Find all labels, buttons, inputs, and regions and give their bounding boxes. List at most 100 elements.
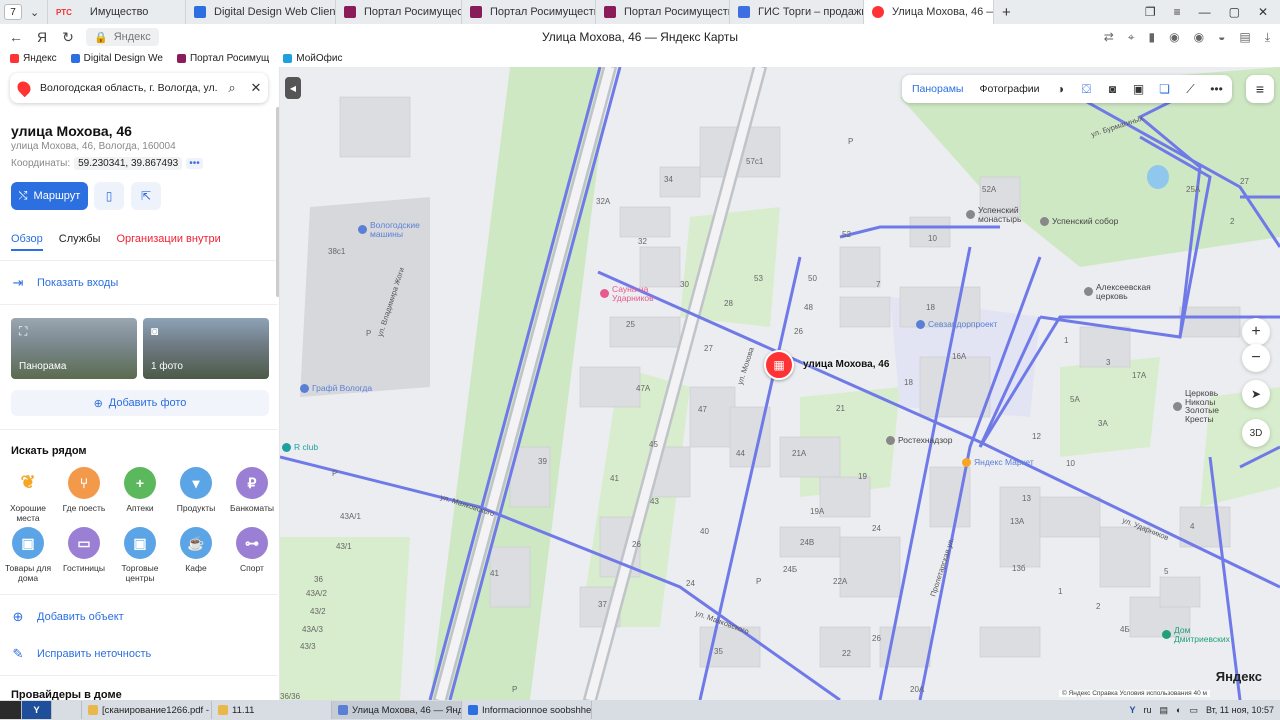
extension-icon[interactable]: ◉	[1194, 30, 1204, 45]
copyright-text[interactable]: © Яндекс Справка Условия использования	[1062, 690, 1192, 697]
collapse-sidebar-button[interactable]: ◀	[285, 77, 301, 99]
tab-rosim-2[interactable]: Портал Росимущества	[462, 0, 596, 24]
tab-rosim-1[interactable]: Портал Росимущества	[336, 0, 462, 24]
panorama-thumbnail[interactable]: ⛶ Панорама	[11, 318, 137, 379]
printer-icon[interactable]: ▭	[1189, 705, 1198, 716]
translate-icon[interactable]: ⇄	[1104, 30, 1114, 45]
camera-icon[interactable]: ◙	[1104, 80, 1122, 98]
category-good-places[interactable]: ❦ Хорошие места	[0, 467, 56, 523]
main-menu-button[interactable]: ≡	[1246, 75, 1274, 103]
url-field[interactable]: 🔒 Яндекс	[86, 28, 159, 46]
search-icon[interactable]: ⌕	[220, 80, 244, 96]
more-icon[interactable]: •••	[1208, 80, 1226, 98]
tab-digital-design[interactable]: Digital Design Web Client	[186, 0, 336, 24]
clock[interactable]: Вт, 11 ноя, 10:57	[1206, 705, 1274, 715]
poi-uspensky-monastery[interactable]: Успенский монастырь	[966, 206, 1028, 223]
taskbar-item-folder[interactable]: 11.11	[212, 701, 332, 719]
poi-nikola-church[interactable]: Церковь Николы Золотые Кресты	[1173, 389, 1243, 423]
poi-alekseevskaya-church[interactable]: Алексеевская церковь	[1084, 283, 1154, 300]
map-layers-icon[interactable]: ⛋	[1078, 80, 1096, 98]
fix-error-link[interactable]: ✎ Исправить неточность	[11, 646, 152, 662]
volume-icon[interactable]: ◐	[1176, 705, 1181, 715]
language-indicator[interactable]: ru	[1143, 705, 1151, 715]
more-icon[interactable]: •••	[186, 158, 203, 169]
menu-icon[interactable]: ≡	[1174, 5, 1181, 19]
yandex-home-icon[interactable]: Я	[32, 29, 52, 45]
panoramas-toggle[interactable]: Панорамы	[908, 83, 967, 95]
coords-value[interactable]: 59.230341, 39.867493	[74, 157, 183, 170]
back-icon[interactable]: ←	[6, 29, 26, 45]
category-atm[interactable]: ₽ Банкоматы	[224, 467, 279, 513]
bookmark-icon[interactable]: ▮	[1149, 30, 1156, 45]
tab-organizations[interactable]: Организации внутри	[116, 233, 220, 251]
taskbar-item-document[interactable]: Informacionnoe soobshhe...	[462, 701, 592, 719]
layers-icon[interactable]: ❏	[1156, 80, 1174, 98]
poi-sauna[interactable]: Сауна на Ударников	[600, 285, 660, 302]
extension-icon[interactable]: ◉	[1169, 30, 1179, 45]
category-home-goods[interactable]: ▣ Товары для дома	[0, 527, 56, 583]
extension-icon[interactable]: ◒	[1218, 30, 1225, 45]
zoom-in-button[interactable]: +	[1242, 318, 1270, 346]
category-malls[interactable]: ▣ Торговые центры	[112, 527, 168, 583]
search-box[interactable]: Вологодская область, г. Вологда, ул. ⌕ ✕	[10, 73, 268, 103]
tab-services[interactable]: Службы	[59, 233, 101, 251]
save-bookmark-button[interactable]: ▯	[94, 182, 124, 210]
bookmark-myoffice[interactable]: МойОфис	[283, 53, 342, 64]
bookmark-digital-design[interactable]: Digital Design We	[70, 53, 163, 64]
restore-icon[interactable]: ▢	[1229, 5, 1240, 19]
close-icon[interactable]: ✕	[244, 80, 268, 96]
poi-rostekhnadzor[interactable]: Ростехнадзор	[886, 435, 953, 445]
poi-uspensky-cathedral[interactable]: Успенский собор	[1040, 216, 1118, 226]
add-object-link[interactable]: ⊕ Добавить объект	[11, 609, 124, 625]
map-canvas[interactable]: ул. Мохова ул. Маяковского ул. Ударников…	[280, 67, 1280, 700]
tab-rosim-3[interactable]: Портал Росимущества	[596, 0, 730, 24]
photos-toggle[interactable]: Фотографии	[975, 83, 1043, 95]
minimize-icon[interactable]: —	[1199, 5, 1211, 19]
start-button[interactable]	[0, 701, 22, 719]
tabs-dropdown-icon[interactable]: ⌄	[26, 0, 48, 24]
ruler-icon[interactable]: ⟋	[1182, 80, 1200, 98]
poi-grafy-vologda[interactable]: Графй Вологда	[300, 383, 372, 393]
category-groceries[interactable]: ▾ Продукты	[168, 467, 224, 513]
tab-overview[interactable]: Обзор	[11, 233, 43, 251]
tab-count-badge[interactable]: 7	[4, 4, 22, 20]
category-food[interactable]: ⑂ Где поесть	[56, 467, 112, 513]
poi-dom-dmitrievskikh[interactable]: Дом Дмитриевских	[1162, 626, 1240, 643]
add-photo-button[interactable]: ⊕ Добавить фото	[11, 390, 269, 416]
poi-vologodskie-mashiny[interactable]: Вологодские машины	[358, 221, 430, 238]
close-window-icon[interactable]: ✕	[1258, 5, 1268, 19]
download-icon[interactable]: ⤓	[1265, 30, 1270, 45]
tab-gis-torgi[interactable]: ГИС Торги – продажи гос	[730, 0, 864, 24]
photo-thumbnail[interactable]: ◙ 1 фото	[143, 318, 269, 379]
traffic-icon[interactable]: ◑	[1052, 80, 1070, 98]
poi-sevzapdorproekt[interactable]: Севзапдорпроект	[916, 319, 997, 329]
bookmark-rosim[interactable]: Портал Росимущ	[176, 53, 269, 64]
category-sport[interactable]: ⊶ Спорт	[224, 527, 279, 573]
yandex-browser-launcher[interactable]: Y	[22, 701, 52, 719]
route-button[interactable]: ⤭ Маршрут	[11, 182, 88, 210]
selected-building-marker[interactable]: ▦	[764, 350, 794, 380]
taskbar-item-pdf[interactable]: [сканирование1266.pdf - ...	[82, 701, 212, 719]
poi-yandex-market[interactable]: Яндекс Маркет	[962, 457, 1034, 467]
collections-icon[interactable]: ❐	[1145, 5, 1156, 19]
new-tab-button[interactable]: +	[994, 0, 1019, 24]
share-button[interactable]: ⇱	[131, 182, 161, 210]
reading-list-icon[interactable]: ▤	[1239, 30, 1250, 45]
category-pharmacy[interactable]: + Аптеки	[112, 467, 168, 513]
tab-yandex-maps[interactable]: Улица Мохова, 46 — Ян✕	[864, 0, 994, 24]
reload-icon[interactable]: ↻	[58, 29, 78, 46]
geolocation-button[interactable]: ➤	[1242, 380, 1270, 408]
bus-icon[interactable]: ▣	[1130, 80, 1148, 98]
category-hotels[interactable]: ▭ Гостиницы	[56, 527, 112, 573]
view-3d-button[interactable]: 3D	[1242, 419, 1270, 447]
show-entrances-link[interactable]: ⇥ Показать входы	[11, 275, 119, 291]
network-icon[interactable]: ▤	[1159, 705, 1168, 716]
search-input[interactable]: Вологодская область, г. Вологда, ул.	[40, 82, 220, 94]
taskbar-item-browser[interactable]: Улица Мохова, 46 — Янд...	[332, 701, 462, 719]
bookmark-yandex[interactable]: Яндекс	[10, 53, 57, 64]
poi-r-club[interactable]: R club	[282, 442, 318, 452]
zoom-out-button[interactable]: −	[1242, 344, 1270, 372]
yandex-tray-icon[interactable]: Y	[1129, 705, 1135, 715]
location-icon[interactable]: ⌖	[1128, 30, 1135, 45]
tab-imushchestvo[interactable]: РТС Имущество	[48, 0, 186, 24]
